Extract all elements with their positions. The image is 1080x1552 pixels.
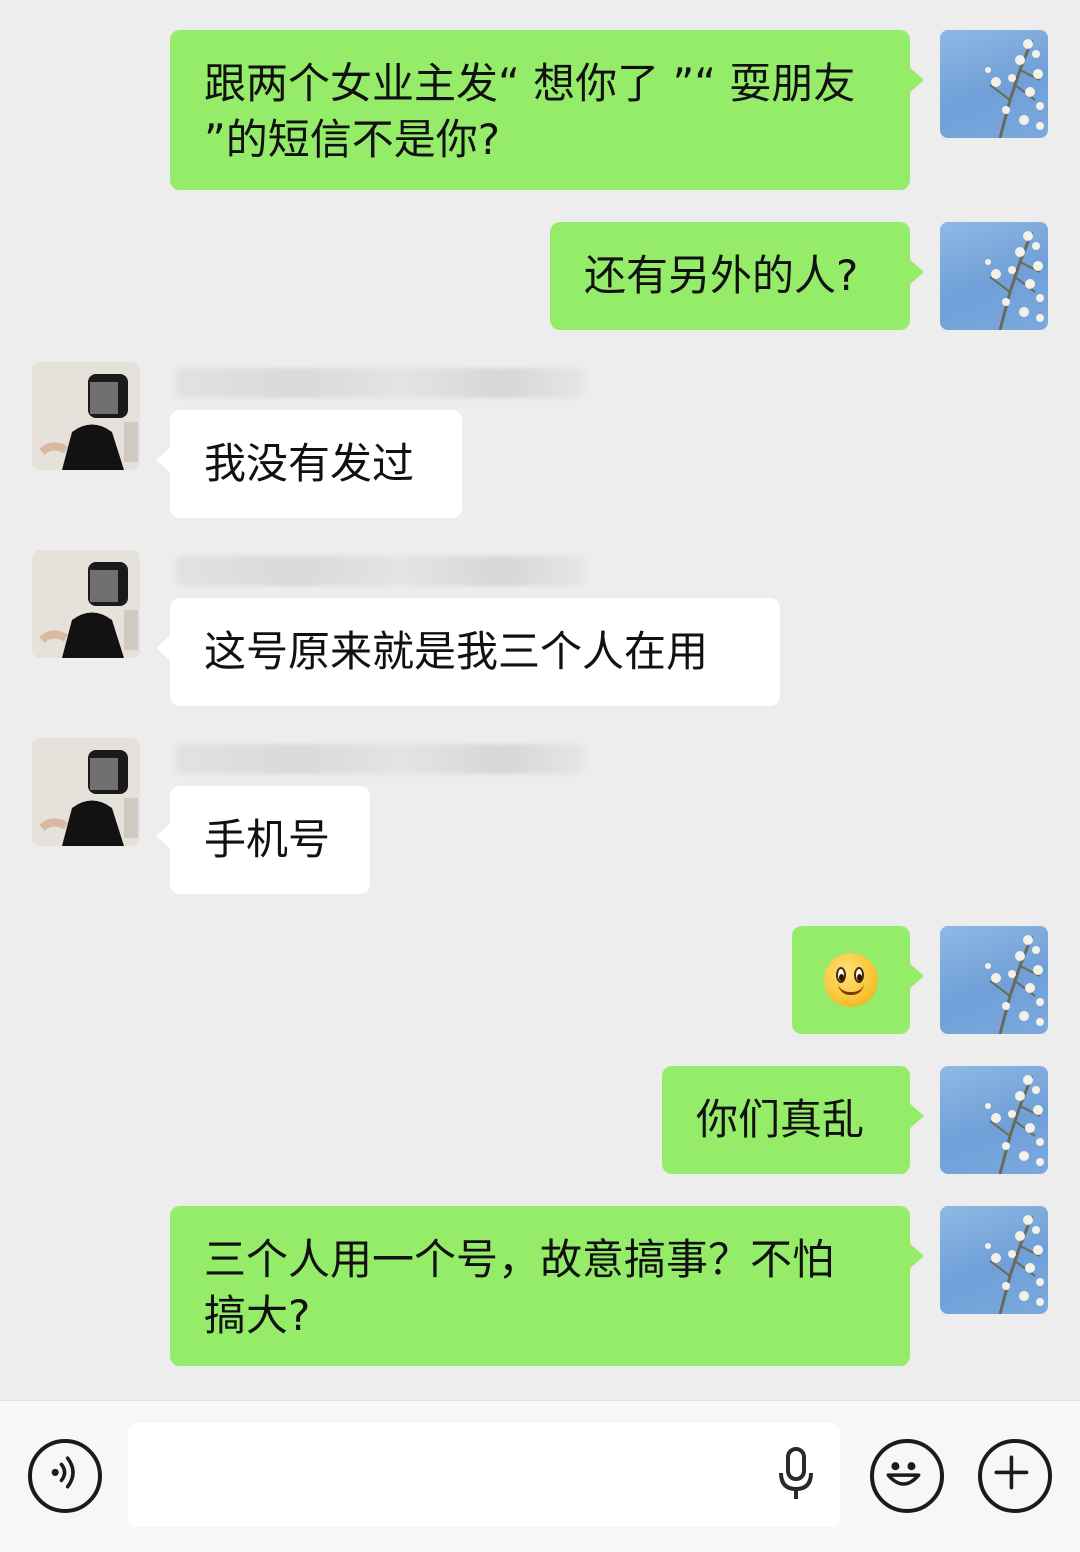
contact-name-redacted [175,368,585,398]
my-avatar[interactable] [940,30,1048,138]
contact-name-redacted [175,744,585,774]
message-bubble-sent[interactable]: 三个人用一个号，故意搞事？不怕 搞大? [170,1206,924,1366]
my-avatar[interactable] [940,926,1048,1034]
voice-icon[interactable] [28,1439,102,1513]
chat-area: 跟两个女业主发“ 想你了 ”“ 耍朋友 ”的短信不是你? 还有另外的人? 我没有… [0,0,1080,1400]
message-text: 还有另外的人? [584,251,859,300]
contact-name-redacted [175,556,585,586]
message-text: 你们真乱 [696,1095,865,1144]
message-input[interactable] [128,1423,840,1527]
my-avatar[interactable] [940,1066,1048,1174]
message-text-line: 搞大? [204,1291,311,1340]
message-bubble-sent[interactable]: 你们真乱 [662,1066,924,1174]
my-avatar[interactable] [940,1206,1048,1314]
my-avatar[interactable] [940,222,1048,330]
message-text-line: 三个人用一个号，故意搞事？不怕 [204,1235,835,1284]
microphone-icon[interactable] [776,1445,816,1505]
message-bubble-sent[interactable]: 跟两个女业主发“ 想你了 ”“ 耍朋友 ”的短信不是你? [170,30,924,190]
message-input-bar [0,1400,1080,1552]
message-bubble-received[interactable]: 手机号 [156,786,370,894]
message-text-line: ”的短信不是你? [204,115,501,164]
contact-avatar[interactable] [32,362,140,470]
message-bubble-sent[interactable]: 还有另外的人? [550,222,924,330]
message-bubble-received[interactable]: 这号原来就是我三个人在用 [156,598,780,706]
contact-avatar[interactable] [32,738,140,846]
smile-emoji-icon [824,953,878,1007]
contact-avatar[interactable] [32,550,140,658]
message-bubble-received[interactable]: 我没有发过 [156,410,462,518]
emoji-icon[interactable] [870,1439,944,1513]
plus-icon[interactable] [978,1439,1052,1513]
message-text: 这号原来就是我三个人在用 [204,627,709,676]
message-text: 我没有发过 [204,439,415,488]
message-text: 手机号 [204,815,331,864]
message-bubble-sent[interactable] [792,926,924,1034]
message-text-line: 跟两个女业主发“ 想你了 ”“ 耍朋友 [204,59,856,108]
